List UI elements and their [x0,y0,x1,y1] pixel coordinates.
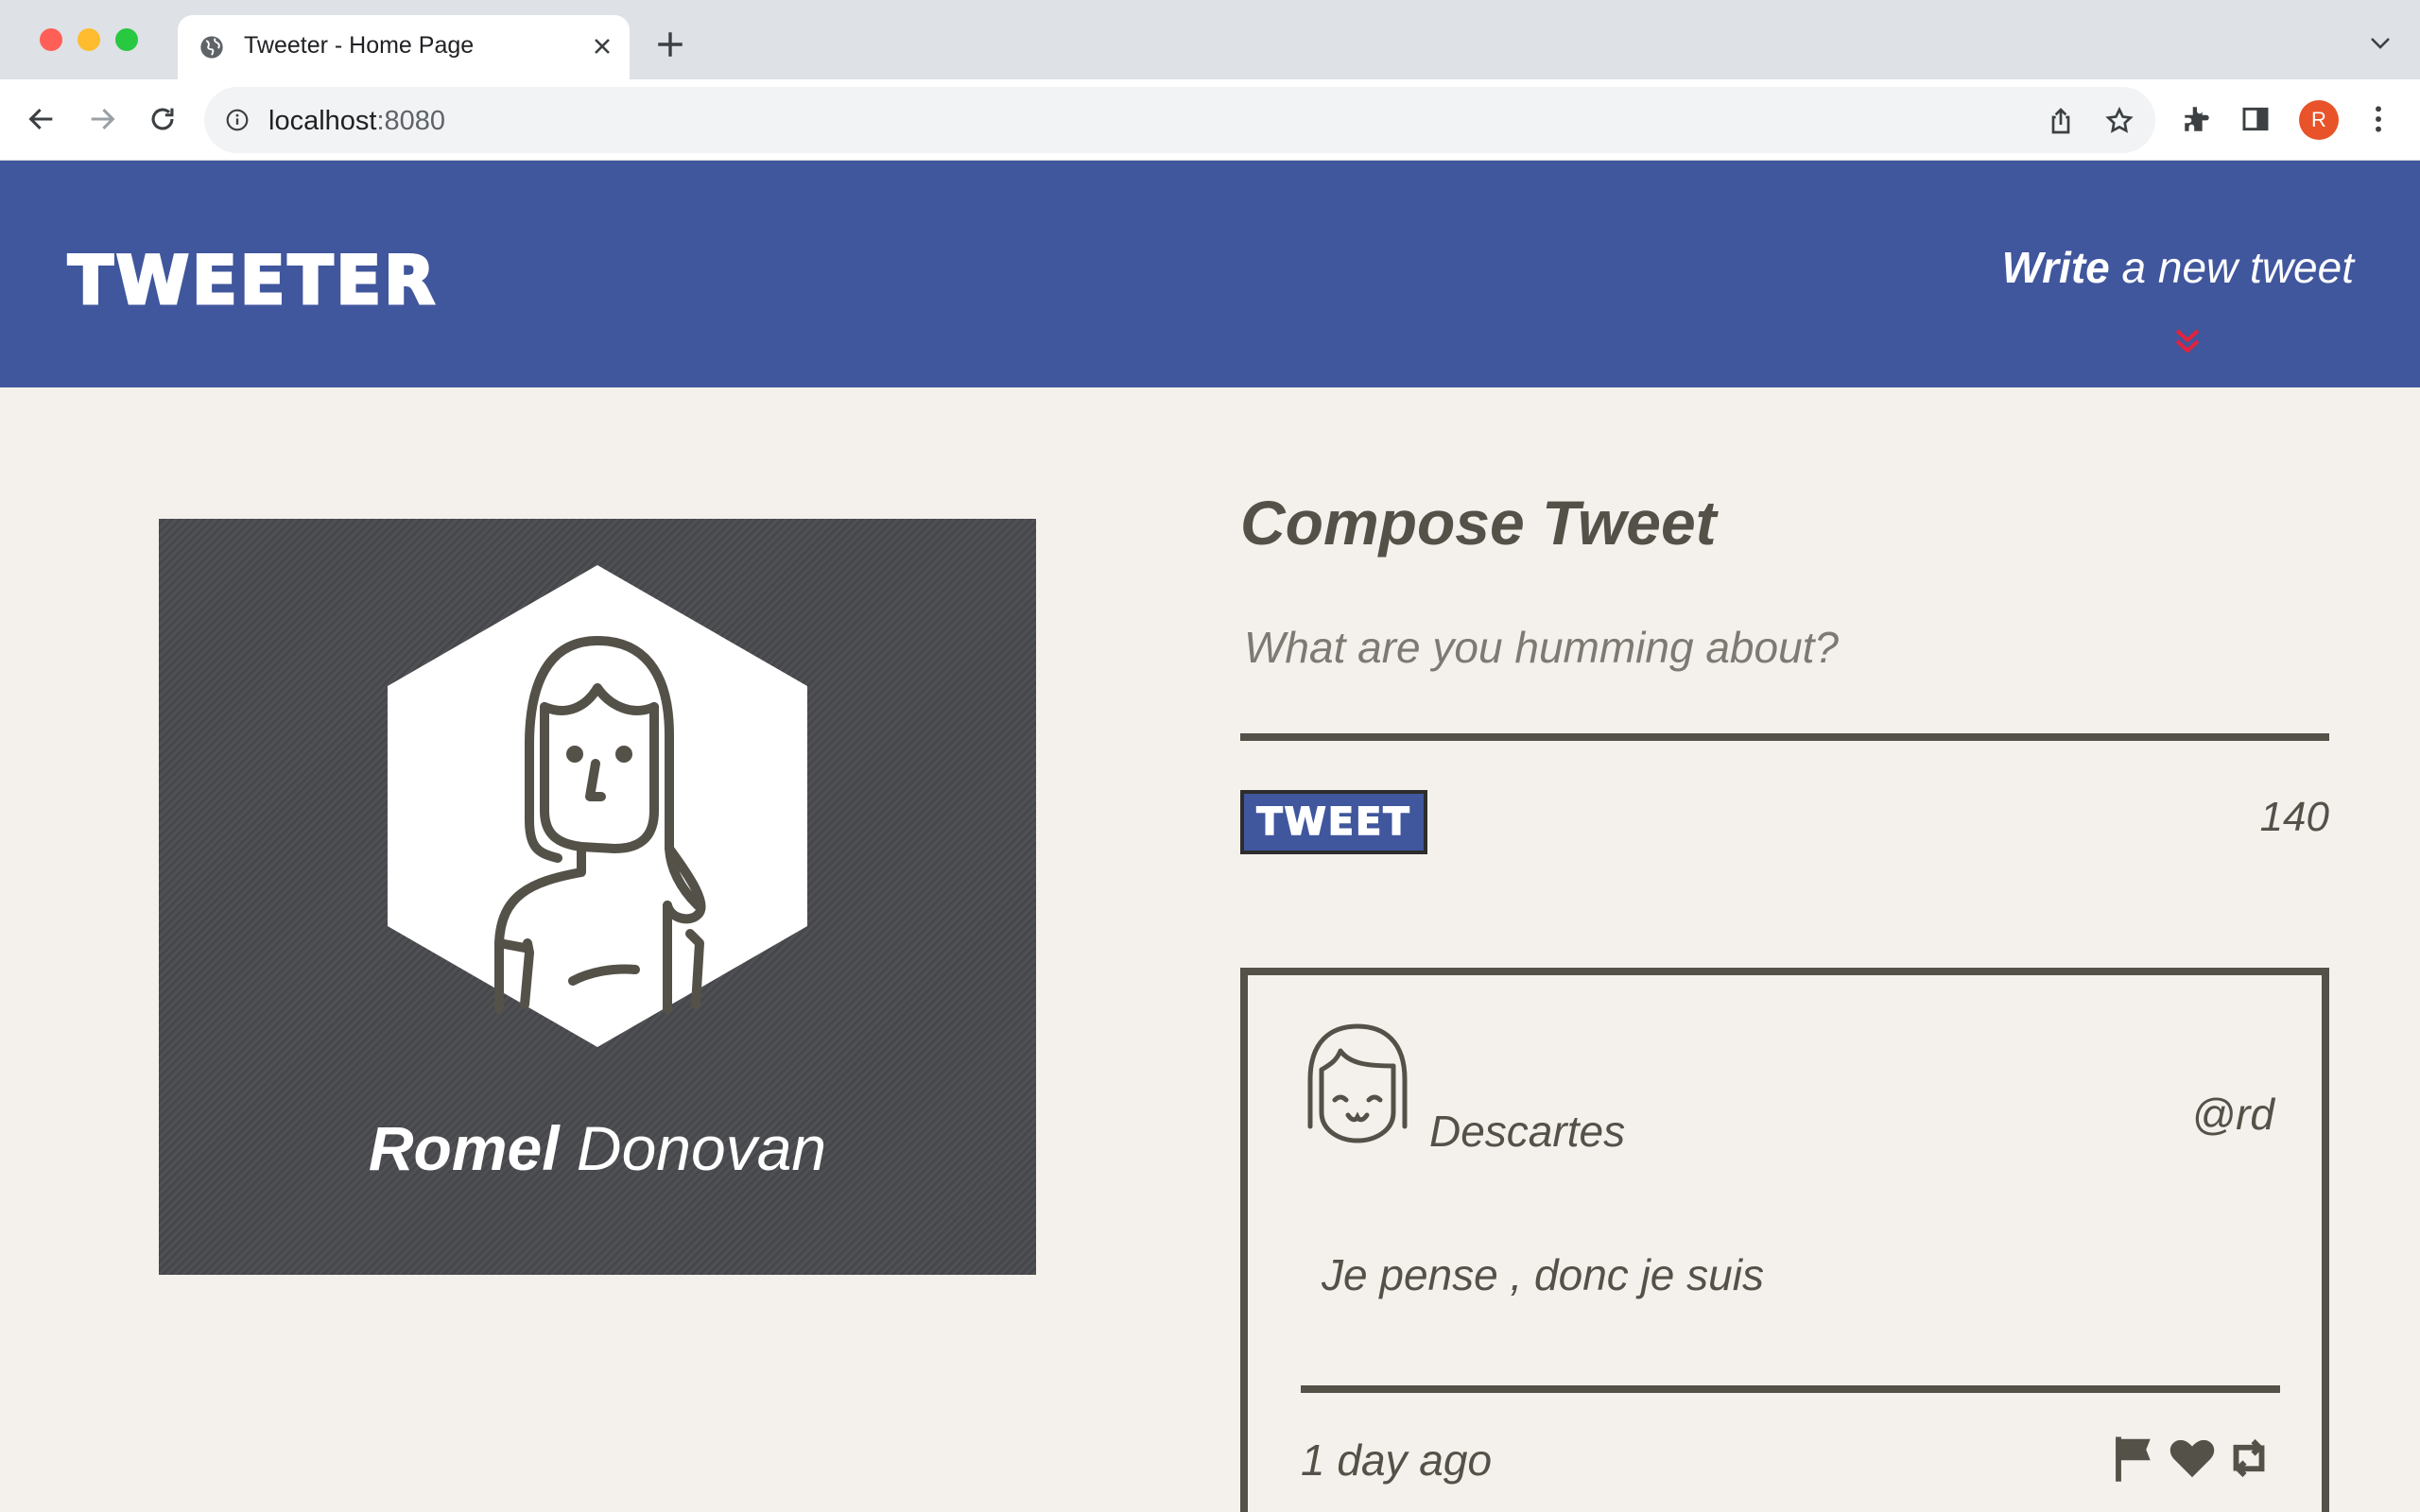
app-header: TWEETER Write a new tweet [0,161,2420,387]
profile-name: Romel Donovan [368,1113,827,1183]
browser-menu-icon[interactable] [2361,102,2395,136]
browser-tab[interactable]: Tweeter - Home Page [178,15,630,79]
flag-icon[interactable] [2110,1433,2161,1484]
write-new-tweet-link[interactable]: Write a new tweet [2002,242,2354,293]
compose-title: Compose Tweet [1240,488,1717,558]
user-avatar-illustration [388,565,807,1047]
url-text[interactable]: localhost:8080 [268,106,445,137]
window-zoom-button[interactable] [115,28,138,51]
new-tab-icon[interactable] [654,28,686,60]
tweet-text-input[interactable] [1240,612,2329,741]
char-counter: 140 [2259,794,2329,840]
address-bar[interactable]: localhost:8080 [204,87,2155,153]
back-arrow-icon[interactable] [23,100,60,138]
share-icon[interactable] [2046,106,2076,136]
globe-icon [200,36,223,59]
tweet-submit-button[interactable]: TWEET [1240,790,1427,854]
browser-tab-bar: Tweeter - Home Page [0,0,2420,79]
browser-toolbar: localhost:8080 R [0,79,2420,161]
window-minimize-button[interactable] [78,28,100,51]
profile-avatar[interactable]: R [2299,100,2339,140]
tweet-author-name: Descartes [1429,1107,1626,1156]
window-close-button[interactable] [40,28,62,51]
tweet-card: Descartes @rd Je pense , donc je suis 1 … [1240,968,2329,1512]
tab-search-chevron-icon[interactable] [2369,36,2392,51]
user-profile-card: Romel Donovan [159,519,1036,1275]
tweet-actions [2110,1433,2274,1484]
tab-close-icon[interactable] [588,32,616,60]
extensions-puzzle-icon[interactable] [2180,102,2214,136]
divider [1301,1385,2280,1393]
tweet-content: Je pense , donc je suis [1322,1250,1764,1299]
tweet-author-avatar [1307,1023,1408,1143]
tweet-author-handle: @rd [2191,1090,2274,1139]
tab-title: Tweeter - Home Page [244,32,475,59]
tweet-timestamp: 1 day ago [1301,1435,1493,1485]
double-chevron-down-icon[interactable] [2172,327,2203,355]
bookmark-star-icon[interactable] [2104,106,2135,136]
retweet-icon[interactable] [2223,1433,2274,1484]
site-info-icon[interactable] [225,108,250,132]
app-logo[interactable]: TWEETER [66,247,438,316]
heart-icon[interactable] [2167,1433,2218,1484]
side-panel-icon[interactable] [2238,102,2273,136]
reload-icon[interactable] [144,100,182,138]
forward-arrow-icon[interactable] [83,100,121,138]
